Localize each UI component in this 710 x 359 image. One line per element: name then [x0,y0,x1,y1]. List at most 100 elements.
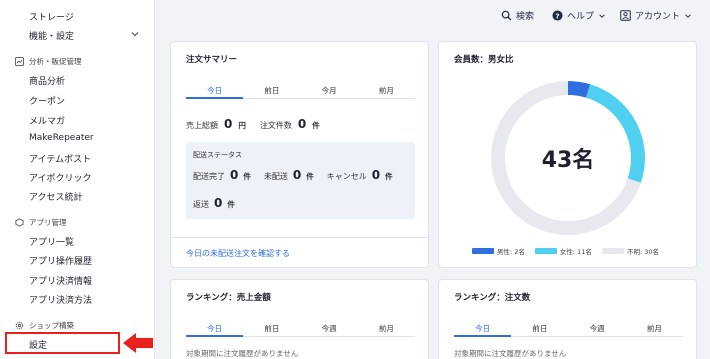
ranking-sales-card: ランキング：売上金額 今日 前日 今週 前月 対象期間に注文履歴がありません [170,279,429,359]
unshipped-value: 0 [292,168,302,182]
legend-item-0: 男性: 2名 [472,246,525,256]
order-count-value: 0 [297,117,307,131]
sidebar-item-itempost[interactable]: アイテムポスト [29,152,91,165]
tab-last-month[interactable]: 前月 [358,79,415,98]
red-arrow-icon [123,333,153,353]
tab-today[interactable]: 今日 [186,317,244,337]
sidebar-item-app-payment-method[interactable]: アプリ決済方法 [29,293,92,306]
sales-total-unit: 円 [238,121,246,130]
sidebar-item-product-analysis[interactable]: 商品分析 [29,74,65,87]
legend-label: 不明: 30名 [626,248,659,256]
tab-yesterday[interactable]: 前日 [243,79,300,98]
gear-icon [15,321,24,330]
cancel-value: 0 [371,168,381,182]
member-total: 43名 [541,148,595,173]
section-analytics-label: 分析・販促管理 [29,57,82,66]
tab-this-week[interactable]: 今週 [569,317,626,336]
section-shop-label: ショップ構築 [29,321,74,330]
sidebar-item-access-stats[interactable]: アクセス統計 [29,190,83,203]
donut-legend: 男性: 2名 女性: 11名 不明: 30名 [472,246,659,256]
help-label: ヘルプ [567,12,595,22]
ranking-orders-empty: 対象期間に注文履歴がありません [454,349,567,358]
legend-label: 男性: 2名 [497,248,525,256]
ship-done-unit: 件 [243,172,251,181]
ship-done-label: 配送完了 [193,172,225,181]
order-summary-title: 注文サマリー [186,55,238,65]
account-menu[interactable]: アカウント [620,9,692,22]
order-summary-card: 注文サマリー 今日 前日 今月 前月 売上総額 0 円 注文件数 0 件 配送ス… [170,41,429,268]
chevron-down-icon [685,13,691,18]
svg-text:?: ? [555,11,559,20]
sidebar-item-app-payment-info[interactable]: アプリ決済情報 [29,274,92,287]
ranking-orders-tabs: 今日 前日 今週 前月 [454,317,683,337]
chevron-down-icon[interactable] [130,29,140,39]
unshipped-orders-link[interactable]: 今日の未配送注文を確認する [186,248,290,259]
legend-item-1: 女性: 11名 [534,246,592,256]
ranking-sales-title: ランキング：売上金額 [186,293,271,303]
gender-donut-chart: 43名 [487,77,649,239]
order-count-unit: 件 [312,121,320,130]
order-summary-tabs: 今日 前日 今月 前月 [186,79,415,99]
shipping-status-title: 配送ステータス [193,151,242,159]
sales-total-label: 売上総額 [186,121,218,130]
search-button[interactable]: 検索 [501,9,534,22]
tab-last-month[interactable]: 前月 [358,317,415,336]
sidebar-item-mailmag[interactable]: メルマガ [29,114,65,127]
tab-today[interactable]: 今日 [454,317,512,337]
ranking-sales-tabs: 今日 前日 今週 前月 [186,317,415,337]
return-label: 返送 [193,200,209,209]
unshipped-label: 未配送 [263,172,288,181]
section-apps: アプリ管理 [15,217,67,228]
sidebar-item-makerepeater[interactable]: MakeRepeater [29,133,94,143]
tab-yesterday[interactable]: 前日 [243,317,300,336]
return-unit: 件 [227,200,235,209]
divider [171,237,428,238]
shipping-row-2: 返送 0 件 [193,196,235,210]
cancel-unit: 件 [385,172,393,181]
highlight-box [5,332,120,354]
members-title: 会員数：男女比 [454,55,514,65]
sidebar: ストレージ 機能・設定 分析・販促管理 商品分析 クーポン メルマガ MakeR… [0,0,155,359]
sidebar-item-storage[interactable]: ストレージ [29,10,74,23]
account-icon [620,10,631,21]
sidebar-item-functions[interactable]: 機能・設定 [29,29,74,42]
return-value: 0 [214,196,223,210]
app-icon [15,218,24,227]
ranking-orders-card: ランキング：注文数 今日 前日 今週 前月 対象期間に注文履歴がありません [438,279,697,359]
top-bar: 検索 ? ヘルプ アカウント [155,0,710,32]
sales-stats: 売上総額 0 円 注文件数 0 件 [186,117,320,131]
chevron-down-icon [599,13,605,18]
sidebar-item-aipoclick[interactable]: アイポクリック [29,171,92,184]
sidebar-item-coupon[interactable]: クーポン [29,94,65,107]
unshipped-unit: 件 [306,172,314,181]
help-icon: ? [552,10,563,21]
legend-swatch [601,248,624,254]
tab-today[interactable]: 今日 [186,79,244,99]
sales-total-value: 0 [224,117,233,131]
tab-this-month[interactable]: 今月 [301,79,358,98]
shipping-row-1: 配送完了 0 件 未配送 0 件 キャンセル 0 件 [193,168,393,182]
ship-done-value: 0 [230,168,239,182]
legend-label: 女性: 11名 [559,248,592,256]
help-menu[interactable]: ? ヘルプ [552,9,606,22]
search-icon [501,10,512,21]
legend-swatch [472,248,494,254]
search-label: 検索 [516,12,535,22]
sidebar-item-app-list[interactable]: アプリ一覧 [29,235,74,248]
ranking-orders-title: ランキング：注文数 [454,293,531,303]
section-apps-label: アプリ管理 [29,218,67,227]
tab-this-week[interactable]: 今週 [301,317,358,336]
sidebar-item-app-history[interactable]: アプリ操作履歴 [29,254,92,267]
section-analytics: 分析・販促管理 [15,56,82,67]
legend-item-2: 不明: 30名 [601,246,659,256]
cancel-label: キャンセル [326,172,367,181]
tab-last-month[interactable]: 前月 [626,317,683,336]
tab-yesterday[interactable]: 前日 [511,317,568,336]
chart-icon [15,57,24,66]
account-label: アカウント [635,12,681,22]
legend-swatch [534,248,557,254]
ranking-sales-empty: 対象期間に注文履歴がありません [186,349,299,358]
order-count-label: 注文件数 [259,121,292,130]
members-card: 会員数：男女比 43名 男性: 2名 女性: 11名 不明: 30名 [438,41,697,268]
section-shop: ショップ構築 [15,320,74,331]
